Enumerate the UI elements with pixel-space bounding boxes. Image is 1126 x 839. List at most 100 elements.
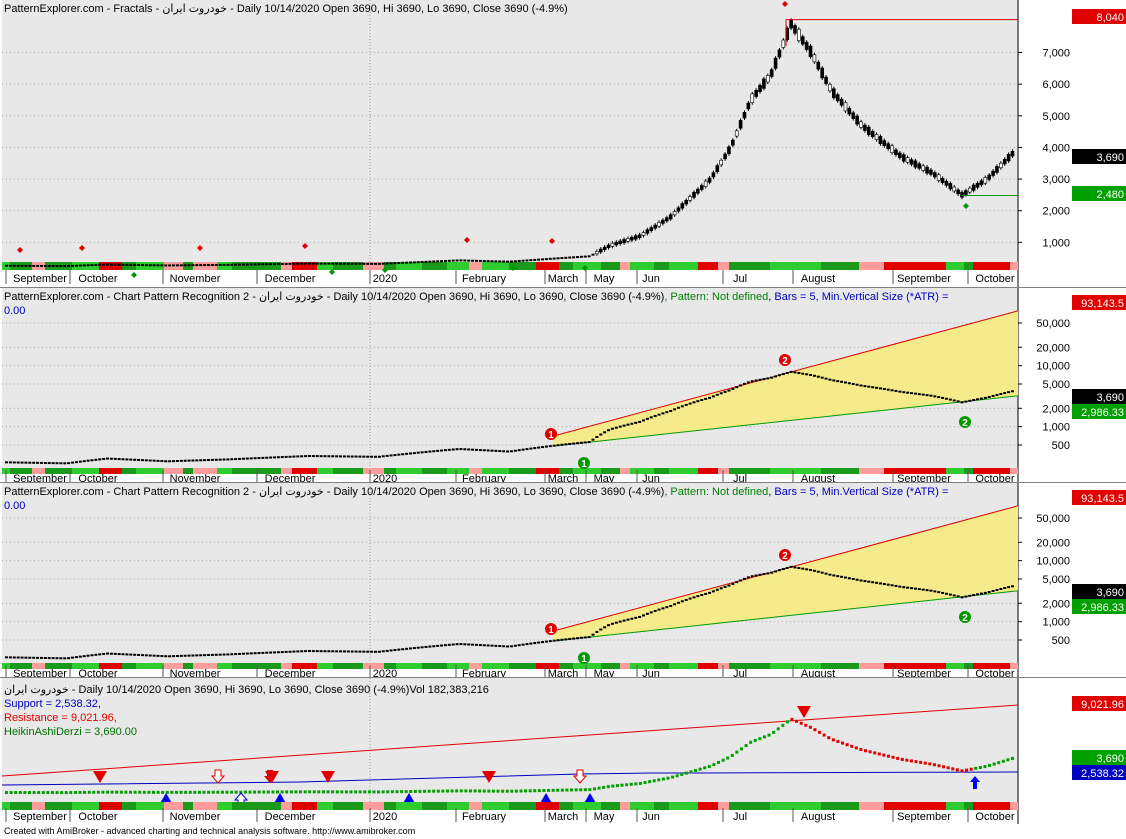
month-band-segment bbox=[946, 262, 964, 270]
price-bar bbox=[117, 263, 121, 266]
month-band-segment bbox=[770, 663, 800, 669]
month-band-segment bbox=[754, 802, 770, 810]
price-bar bbox=[696, 595, 700, 598]
pattern-pane-2[interactable]: 50,000 20,000 10,000 5,000 2,000 1,000 500 1 2 1 2… bbox=[0, 483, 1126, 677]
month-band-segment bbox=[122, 468, 136, 474]
fractals-pane[interactable]: 7,000 6,000 5,000 4,000 3,000 2,000 1,000 8,040… bbox=[0, 0, 1126, 287]
price-bar bbox=[447, 643, 451, 646]
header-pattern: , Pattern: Not defined bbox=[664, 486, 769, 498]
candle-body bbox=[610, 242, 615, 247]
heikin-ashi-bar bbox=[106, 790, 110, 794]
price-bar bbox=[397, 453, 401, 456]
price-bar bbox=[12, 461, 16, 464]
price-bar bbox=[692, 596, 696, 599]
price-bar bbox=[63, 462, 67, 465]
price-bar bbox=[156, 654, 160, 657]
x-tick-label: March bbox=[548, 811, 579, 823]
price-bar bbox=[102, 652, 106, 655]
price-bar bbox=[708, 396, 712, 399]
candle-body bbox=[602, 246, 607, 251]
price-bar bbox=[71, 461, 75, 464]
heikin-ashi-bar bbox=[524, 789, 528, 793]
price-bar bbox=[463, 259, 467, 262]
candle-body bbox=[905, 157, 910, 163]
heikin-ashi-bar bbox=[262, 790, 266, 794]
header-main: PatternExplorer.com - Chart Pattern Reco… bbox=[4, 291, 665, 303]
value-badge-label: 9,021.96 bbox=[1081, 699, 1124, 711]
value-badge-label: 2,480 bbox=[1096, 189, 1124, 201]
price-bar bbox=[245, 457, 249, 460]
month-band-segment bbox=[559, 802, 573, 810]
price-bar bbox=[490, 449, 494, 452]
pattern-point-label: 1 bbox=[548, 625, 554, 636]
candle-body bbox=[703, 180, 708, 187]
price-bar bbox=[269, 456, 273, 459]
price-bar bbox=[525, 643, 529, 646]
month-band-segment bbox=[384, 802, 396, 810]
price-bar bbox=[32, 461, 36, 464]
month-band-segment bbox=[821, 262, 833, 270]
price-bar bbox=[381, 455, 385, 458]
value-badge-label: 2,986.33 bbox=[1081, 602, 1124, 614]
month-band-segment bbox=[136, 468, 164, 474]
price-bar bbox=[121, 653, 125, 656]
candle-body bbox=[797, 28, 801, 41]
price-bar bbox=[715, 588, 719, 591]
heikin-ashi-bar bbox=[652, 779, 656, 783]
heikin-pane[interactable]: 9,021.96 3,690 2,538.32 September October Nov… bbox=[0, 678, 1126, 824]
heikin-ashi-bar bbox=[142, 790, 146, 794]
price-bar bbox=[875, 581, 879, 584]
heikin-ashi-bar bbox=[868, 750, 872, 754]
price-bar bbox=[649, 416, 653, 419]
heikin-ashi-bar bbox=[689, 770, 693, 774]
price-bar bbox=[898, 390, 902, 393]
candle-body bbox=[653, 224, 657, 229]
price-bar bbox=[117, 653, 121, 656]
x-tick-label: October bbox=[975, 473, 1014, 482]
price-bar bbox=[358, 455, 362, 458]
price-bar bbox=[393, 454, 397, 457]
candle-body bbox=[789, 19, 793, 29]
month-band-segment bbox=[333, 468, 363, 474]
price-bar bbox=[125, 653, 129, 656]
price-bar bbox=[618, 620, 622, 623]
price-bar bbox=[98, 458, 102, 461]
month-band-segment bbox=[217, 802, 232, 810]
heikin-ashi-bar bbox=[202, 790, 206, 794]
price-bar bbox=[801, 372, 805, 375]
price-bar bbox=[63, 265, 67, 268]
month-band-segment bbox=[396, 663, 422, 669]
heikin-ashi-bar bbox=[478, 789, 482, 793]
price-bar bbox=[676, 601, 680, 604]
heikin-ashi-bar bbox=[124, 790, 128, 794]
heikin-ashi-bar bbox=[528, 789, 532, 793]
price-bar bbox=[459, 643, 463, 646]
price-bar bbox=[164, 655, 168, 658]
y-tick-label: 50,000 bbox=[1036, 318, 1070, 330]
heikin-ashi-bar bbox=[427, 789, 431, 793]
price-bar bbox=[199, 459, 203, 462]
price-bar bbox=[467, 448, 471, 451]
month-band-segment bbox=[99, 802, 122, 810]
heikin-ashi-bar bbox=[703, 766, 707, 770]
y-tick-label: 10,000 bbox=[1036, 361, 1070, 373]
x-tick-label: 2020 bbox=[373, 273, 397, 285]
month-band-segment bbox=[698, 663, 718, 669]
heikin-ashi-bar bbox=[850, 744, 854, 748]
price-bar bbox=[168, 655, 172, 658]
heikin-ashi-bar bbox=[441, 789, 445, 793]
price-bar bbox=[556, 257, 560, 260]
price-bar bbox=[187, 654, 191, 657]
price-bar bbox=[560, 443, 564, 446]
price-bar bbox=[273, 263, 277, 266]
heikin-ashi-bar bbox=[592, 787, 596, 791]
price-bar bbox=[327, 650, 331, 653]
price-bar bbox=[1003, 392, 1007, 395]
price-bar bbox=[836, 575, 840, 578]
price-bar bbox=[704, 592, 708, 595]
candle-body bbox=[668, 214, 673, 220]
price-bar bbox=[401, 261, 405, 264]
pattern-pane-1[interactable]: 50,000 20,000 10,000 5,000 2,000 1,000 500 1 2 1 2… bbox=[0, 288, 1126, 482]
candle-body bbox=[901, 154, 906, 162]
price-bar bbox=[28, 656, 32, 659]
